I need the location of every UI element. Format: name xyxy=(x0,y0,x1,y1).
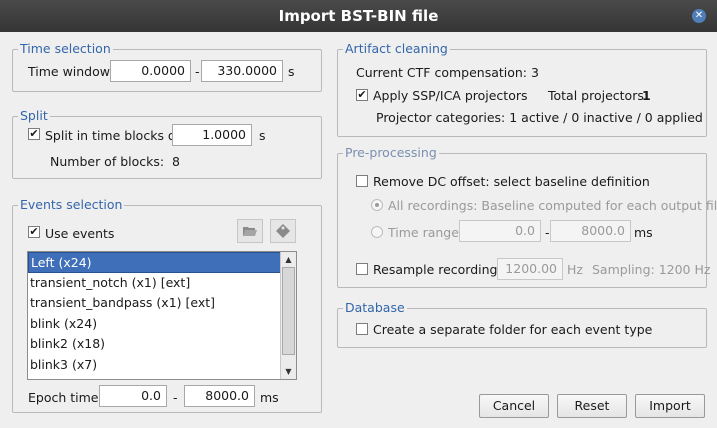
folder-open-icon xyxy=(243,227,257,236)
remove-dc-checkbox[interactable] xyxy=(356,175,368,187)
time-range-unit: ms xyxy=(634,225,653,240)
database-legend: Database xyxy=(343,300,407,315)
events-list-scrollbar[interactable]: ▲ ▼ xyxy=(280,252,296,379)
epoch-unit: ms xyxy=(260,390,279,405)
resample-unit: Hz xyxy=(567,262,583,277)
split-checkbox-label: Split in time blocks of: xyxy=(45,128,184,143)
window-title: Import BST-BIN file xyxy=(278,7,439,25)
projector-categories-text: Projector categories: 1 active / 0 inact… xyxy=(376,110,703,125)
title-bar: Import BST-BIN file ✕ xyxy=(0,0,717,32)
separate-folder-checkbox[interactable] xyxy=(356,323,368,335)
preprocessing-legend: Pre-processing xyxy=(343,145,439,160)
tag-icon xyxy=(276,224,290,238)
separate-folder-label: Create a separate folder for each event … xyxy=(373,322,653,337)
apply-ssp-checkbox[interactable]: ✔ xyxy=(356,89,368,101)
resample-rate-field[interactable]: 1200.00 xyxy=(497,258,563,280)
event-tag-button[interactable] xyxy=(270,219,296,243)
close-icon[interactable]: ✕ xyxy=(692,9,706,23)
num-blocks-value: 8 xyxy=(172,154,180,169)
use-events-label: Use events xyxy=(45,226,115,241)
event-list-item[interactable]: blink (x24) xyxy=(28,314,296,335)
load-events-button[interactable] xyxy=(237,219,263,243)
time-selection-legend: Time selection xyxy=(18,41,113,56)
num-blocks-label: Number of blocks: xyxy=(50,154,165,169)
time-window-unit: s xyxy=(288,64,295,79)
event-list-item[interactable]: blink3 (x7) xyxy=(28,355,296,376)
scroll-thumb[interactable] xyxy=(282,267,295,355)
time-range-end-field[interactable]: 8000.0 xyxy=(550,220,631,242)
import-dialog: Import BST-BIN file ✕ Time selection Tim… xyxy=(0,0,717,428)
epoch-time-label: Epoch time: xyxy=(28,390,103,405)
total-projectors-value: 1 xyxy=(642,88,651,103)
time-window-dash: - xyxy=(195,64,200,79)
total-projectors-label: Total projectors: xyxy=(548,88,649,103)
scroll-up-icon[interactable]: ▲ xyxy=(281,253,296,266)
epoch-end-field[interactable]: 8000.0 xyxy=(184,385,255,407)
import-button[interactable]: Import xyxy=(635,394,705,418)
epoch-dash: - xyxy=(173,390,178,405)
time-range-label: Time range: xyxy=(388,225,464,240)
time-window-label: Time window: xyxy=(28,64,114,79)
reset-button[interactable]: Reset xyxy=(557,394,627,418)
events-list[interactable]: Left (x24) transient_notch (x1) [ext] tran… xyxy=(27,251,297,380)
remove-dc-label: Remove DC offset: select baseline defini… xyxy=(373,174,650,189)
all-recordings-radio[interactable] xyxy=(371,199,383,211)
events-selection-legend: Events selection xyxy=(18,197,125,212)
event-list-item[interactable]: Left (x24) xyxy=(28,252,296,273)
epoch-start-field[interactable]: 0.0 xyxy=(99,385,167,407)
time-range-dash: - xyxy=(545,225,550,240)
split-unit: s xyxy=(259,128,266,143)
event-list-item[interactable]: transient_bandpass (x1) [ext] xyxy=(28,293,296,314)
ctf-compensation-text: Current CTF compensation: 3 xyxy=(356,65,539,80)
event-list-item[interactable]: bad_1-7Hz (x10) [bad] xyxy=(28,375,296,379)
event-list-item[interactable]: blink2 (x18) xyxy=(28,334,296,355)
split-legend: Split xyxy=(18,108,50,123)
scroll-down-icon[interactable]: ▼ xyxy=(281,365,296,378)
time-window-end-field[interactable]: 330.0000 xyxy=(201,60,283,82)
cancel-button[interactable]: Cancel xyxy=(479,394,549,418)
split-block-size-field[interactable]: 1.0000 xyxy=(172,124,252,146)
split-checkbox[interactable]: ✔ xyxy=(28,128,40,140)
event-list-item[interactable]: transient_notch (x1) [ext] xyxy=(28,273,296,294)
apply-ssp-label: Apply SSP/ICA projectors xyxy=(373,88,528,103)
time-range-start-field[interactable]: 0.0 xyxy=(459,220,541,242)
split-group: Split xyxy=(12,108,322,179)
all-recordings-label: All recordings: Baseline computed for ea… xyxy=(388,198,717,213)
resample-checkbox[interactable] xyxy=(356,263,368,275)
time-window-start-field[interactable]: 0.0000 xyxy=(110,60,191,82)
artifact-cleaning-legend: Artifact cleaning xyxy=(343,41,450,56)
time-range-radio[interactable] xyxy=(371,226,383,238)
sampling-rate-text: Sampling: 1200 Hz xyxy=(592,262,711,277)
use-events-checkbox[interactable]: ✔ xyxy=(28,226,40,238)
resample-label: Resample recordings: xyxy=(373,262,509,277)
